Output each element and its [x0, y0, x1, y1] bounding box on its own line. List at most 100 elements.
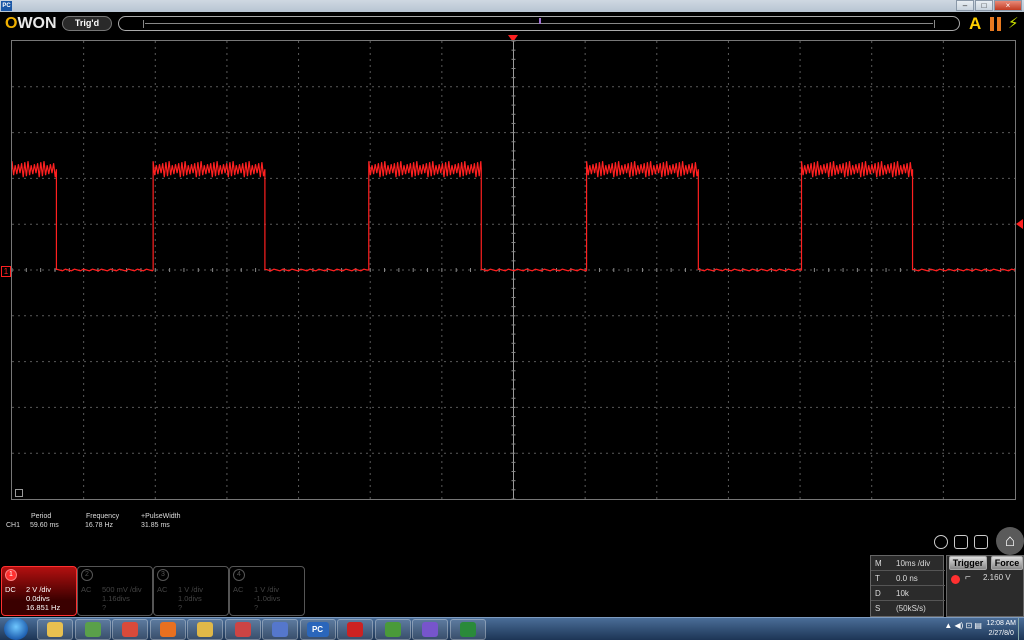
pc-icon: PC [306, 622, 329, 637]
clock-time: 12:08 AM [986, 620, 1016, 627]
timebase-key: S [875, 604, 881, 613]
channel-2-box[interactable]: 2 AC 500 mV /div 1.16divs ? [77, 566, 153, 616]
channel-1-box[interactable]: 1 DC 2 V /div 0.0divs 16.851 Hz [1, 566, 77, 616]
library-icon [272, 622, 288, 637]
taskbar-app-button[interactable] [74, 619, 111, 640]
timebase-row-trigger-offset: T 0.0 ns [871, 571, 945, 586]
trigger-button[interactable]: Trigger [949, 556, 987, 570]
pdf-icon [347, 622, 363, 637]
taskbar-folder-button[interactable] [187, 619, 223, 640]
timebase-value: (50kS/s) [896, 604, 926, 613]
channel-frequency: 16.851 Hz [26, 603, 61, 612]
taskbar-media-button[interactable] [224, 619, 261, 640]
taskbar-chrome-button[interactable] [112, 619, 148, 640]
window-title-bar: PC – □ × [0, 0, 1024, 12]
timebar-right-end [934, 20, 935, 28]
run-stop-button[interactable] [990, 17, 1002, 31]
taskbar-excel-button[interactable] [449, 619, 486, 640]
trigger-level: 2.160 V [983, 573, 1011, 582]
measurement-value: 16.78 Hz [85, 522, 114, 529]
measurement-value: 31.85 ms [141, 522, 170, 529]
channel-number: 1 [5, 569, 17, 581]
timebase-key: T [875, 574, 880, 583]
app-icon [84, 622, 101, 637]
channel-offset: 1.0divs [178, 594, 202, 603]
paint-icon [422, 622, 438, 637]
channel-scale: 2 V /div [26, 585, 52, 594]
explorer-icon [47, 622, 63, 637]
chrome-icon [122, 622, 138, 637]
timebar-position-marker[interactable] [539, 18, 541, 24]
measurement-channel: CH1 [6, 522, 21, 529]
measurement-label: Frequency [86, 513, 120, 520]
media-icon [234, 622, 251, 637]
channel-scale: 500 mV /div [102, 585, 142, 594]
channel-3-box[interactable]: 3 AC 1 V /div 1.0divs ? [153, 566, 229, 616]
minimize-button[interactable]: – [956, 0, 974, 11]
taskbar-pdf-button[interactable] [337, 619, 373, 640]
trigger-source-indicator[interactable] [951, 575, 960, 584]
app-icon: PC [1, 1, 12, 11]
rising-edge-icon[interactable]: ⌐ [965, 572, 971, 583]
measurement-value: 59.60 ms [30, 522, 59, 529]
clock-date: 2/27/8/0 [988, 630, 1014, 637]
system-tray[interactable]: ▲ ◀) ⊡ ▤ [944, 621, 982, 630]
clock[interactable]: 12:08 AM 2/27/8/0 [986, 619, 1016, 639]
channel-number: 2 [81, 569, 93, 581]
window-controls: – □ × [956, 0, 1022, 11]
timebase-panel[interactable]: M 10ms /div T 0.0 ns D 10k S (50kS/s) [870, 555, 945, 617]
timebase-row-depth: D 10k [871, 586, 945, 601]
timebar-left-end [143, 20, 144, 28]
time-position-bar[interactable] [118, 16, 960, 31]
taskbar: PC ▲ ◀) ⊡ ▤ 12:08 AM 2/27/8/0 [0, 617, 1024, 640]
screen-corner-icon[interactable] [15, 489, 23, 497]
refresh-icon[interactable] [934, 535, 948, 549]
channel-offset: 0.0divs [26, 594, 50, 603]
channel-frequency: ? [102, 603, 107, 612]
ch1-ground-marker[interactable]: 1 [1, 266, 11, 277]
timebase-key: M [875, 559, 882, 568]
taskbar-paint-button[interactable] [412, 619, 448, 640]
timebase-value: 0.0 ns [896, 574, 918, 583]
trigger-level-marker[interactable] [1016, 219, 1023, 229]
channel-number: 3 [157, 569, 169, 581]
channel-coupling: DC [5, 585, 16, 594]
copy-icon[interactable] [974, 535, 988, 549]
save-icon[interactable] [954, 535, 968, 549]
channel-offset: -1.0divs [254, 594, 281, 603]
channel-offset: 1.16divs [102, 594, 130, 603]
folder-icon [197, 622, 213, 637]
channel-frequency: ? [254, 603, 259, 612]
timebase-value: 10k [896, 589, 909, 598]
taskbar-firefox-button[interactable] [149, 619, 186, 640]
channel-coupling: AC [157, 585, 168, 594]
home-button[interactable]: ⌂ [996, 527, 1024, 555]
autoset-button[interactable]: A [969, 15, 984, 33]
show-desktop-button[interactable] [1018, 618, 1024, 640]
channel-number: 4 [233, 569, 245, 581]
trigger-status-badge: Trig'd [62, 16, 112, 31]
avr-icon [384, 622, 401, 637]
taskbar-library-button[interactable] [262, 619, 298, 640]
force-button[interactable]: Force [991, 556, 1023, 570]
taskbar-explorer-button[interactable] [37, 619, 73, 640]
top-bar: OWON Trig'd A ⚡ [0, 12, 1024, 36]
single-trigger-button[interactable]: ⚡ [1008, 15, 1020, 33]
waveform-display[interactable] [11, 40, 1016, 500]
channel-coupling: AC [233, 585, 244, 594]
taskbar-pc-button[interactable]: PC [299, 619, 336, 640]
close-button[interactable]: × [994, 0, 1022, 11]
channel-4-box[interactable]: 4 AC 1 V /div -1.0divs ? [229, 566, 305, 616]
taskbar-avr-button[interactable] [374, 619, 411, 640]
timebase-key: D [875, 589, 881, 598]
waveform-svg [12, 41, 1015, 499]
timebase-row-main: M 10ms /div [871, 556, 945, 571]
channel-scale: 1 V /div [254, 585, 280, 594]
maximize-button[interactable]: □ [975, 0, 993, 11]
start-button[interactable] [4, 618, 28, 640]
channel-coupling: AC [81, 585, 92, 594]
channel-frequency: ? [178, 603, 183, 612]
timebase-row-samplerate: S (50kS/s) [871, 601, 945, 616]
owon-logo: OWON [5, 15, 57, 32]
channel-scale: 1 V /div [178, 585, 204, 594]
